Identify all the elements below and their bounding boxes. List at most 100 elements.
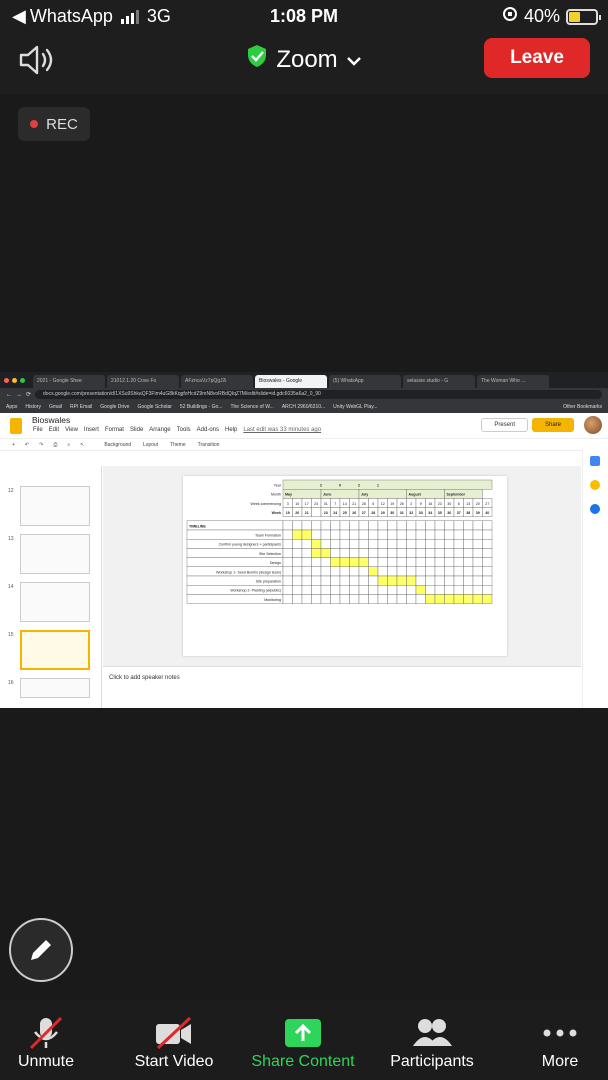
slide-thumbnail[interactable] (20, 678, 90, 698)
menu-item-add-ons[interactable]: Add-ons (197, 427, 219, 433)
bookmark-item[interactable]: RPI Email (70, 404, 92, 410)
bookmark-item[interactable]: Apps (6, 404, 17, 410)
menu-item-tools[interactable]: Tools (177, 427, 191, 433)
window-controls[interactable] (4, 372, 25, 388)
share-button[interactable]: Share (532, 418, 574, 432)
back-icon[interactable]: ← (6, 392, 12, 398)
annotate-button[interactable] (9, 918, 73, 982)
print-icon[interactable]: ⎙ (53, 442, 57, 448)
browser-tab[interactable]: 21012.1.20 Cove Fo (107, 375, 179, 388)
month-label-cell: May (285, 493, 292, 497)
undo-icon[interactable]: ↶ (25, 442, 29, 448)
bookmark-item[interactable]: ARCH 2960/6310... (282, 404, 325, 410)
bookmark-item[interactable]: Gmail (49, 404, 62, 410)
slide-thumbnail[interactable] (20, 630, 90, 670)
speaker-notes[interactable]: Click to add speaker notes (103, 666, 581, 708)
select-icon[interactable]: ↖ (80, 442, 84, 448)
grid-cell (387, 566, 398, 577)
grid-cell (349, 520, 360, 531)
avatar[interactable] (584, 416, 602, 434)
calendar-icon[interactable] (590, 456, 600, 466)
browser-tab[interactable]: 2021 - Google Shee (33, 375, 105, 388)
year-digit: 1 (377, 484, 379, 488)
back-app-label[interactable]: WhatsApp (30, 6, 113, 27)
menu-item-view[interactable]: View (65, 427, 78, 433)
browser-tab[interactable]: Bioswales - Google (255, 375, 327, 388)
grid-cell (358, 548, 369, 558)
grid-cell (320, 594, 331, 604)
slide-15[interactable]: Year Month Week commencing Week 2 0 2 1 May June J… (183, 476, 507, 656)
slides-header: Bioswales File Edit View Insert Format Slide A… (0, 413, 608, 439)
menu-item-slide[interactable]: Slide (130, 427, 143, 433)
grid-cell (387, 520, 398, 531)
grid-cell (425, 520, 436, 531)
grid-cell (453, 584, 464, 595)
bookmark-item[interactable]: Unity WebGL Play... (333, 404, 377, 410)
other-bookmarks[interactable]: Other Bookmarks (563, 404, 602, 410)
gantt-bar-cell (482, 594, 493, 604)
tasks-icon[interactable] (590, 504, 600, 514)
share-content-button[interactable]: Share Content (243, 1016, 363, 1071)
grid-cell (482, 584, 493, 595)
add-icon[interactable]: + (12, 442, 15, 448)
grid-cell (406, 557, 417, 567)
redo-icon[interactable]: ↷ (39, 442, 43, 448)
slide-canvas[interactable]: Year Month Week commencing Week 2 0 2 1 May June J… (103, 466, 581, 666)
bookmark-item[interactable]: The Science of W... (230, 404, 273, 410)
week-commencing-value: 27 (485, 502, 489, 506)
gantt-bar-cell (358, 557, 369, 567)
zoom-icon[interactable]: ⌕ (67, 442, 70, 448)
week-value: 34 (428, 511, 432, 515)
menu-item-arrange[interactable]: Arrange (149, 427, 170, 433)
slide-number: 16 (8, 680, 14, 686)
slides-logo-icon[interactable] (10, 418, 22, 434)
grid-cell (444, 557, 455, 567)
grid-cell (377, 548, 388, 558)
bookmark-item[interactable]: History (25, 404, 41, 410)
slide-thumbnail[interactable] (20, 534, 90, 574)
start-video-button[interactable]: Start Video (114, 1016, 234, 1071)
grid-cell (406, 594, 417, 604)
grid-cell (406, 548, 417, 558)
bookmark-item[interactable]: Google Drive (100, 404, 129, 410)
week-value: 35 (438, 511, 442, 515)
toolbar-transition[interactable]: Transition (198, 442, 220, 448)
browser-tab[interactable]: The Woman Who ... (477, 375, 549, 388)
menu-item-format[interactable]: Format (105, 427, 124, 433)
slide-thumbnail[interactable] (20, 582, 90, 622)
browser-tab[interactable]: (5) WhatsApp (329, 375, 401, 388)
bookmark-item[interactable]: 52 Buildings - Go... (180, 404, 223, 410)
toolbar-layout[interactable]: Layout (143, 442, 158, 448)
menu-item-help[interactable]: Help (225, 427, 237, 433)
reload-icon[interactable]: ⟳ (26, 391, 31, 398)
toolbar-background[interactable]: Background (104, 442, 131, 448)
browser-tab[interactable]: selassie.studio - G (403, 375, 475, 388)
toolbar-theme[interactable]: Theme (170, 442, 186, 448)
menu-item-insert[interactable]: Insert (84, 427, 99, 433)
participants-button[interactable]: Participants (372, 1016, 492, 1071)
grid-cell (282, 566, 293, 577)
url-field[interactable]: docs.google.com/presentation/d/1XSu9Shka… (35, 390, 602, 399)
week-value: 29 (381, 511, 385, 515)
back-arrow-icon[interactable]: ◀ (12, 6, 26, 27)
forward-icon[interactable]: → (16, 392, 22, 398)
week-cell (311, 507, 322, 518)
leave-button[interactable]: Leave (484, 38, 590, 78)
menu-item-file[interactable]: File (33, 427, 43, 433)
browser-tab[interactable]: AFzncaVz7pQgJ2i (181, 375, 253, 388)
unmute-button[interactable]: Unmute (0, 1016, 106, 1071)
signal-icon (120, 9, 139, 24)
grid-cell (463, 529, 474, 540)
shared-screen[interactable]: 2021 - Google Shee 21012.1.20 Cove Fo AFzn… (0, 372, 608, 708)
bookmark-item[interactable]: Google Scholar (137, 404, 171, 410)
gantt-bar-cell (453, 594, 464, 604)
keep-icon[interactable] (590, 480, 600, 490)
grid-cell (377, 529, 388, 540)
more-button[interactable]: More (500, 1016, 608, 1071)
doc-title[interactable]: Bioswales (32, 415, 70, 425)
grid-cell (453, 529, 464, 540)
last-edit-link[interactable]: Last edit was 33 minutes ago (243, 427, 321, 433)
present-button[interactable]: Present (481, 418, 528, 432)
menu-item-edit[interactable]: Edit (49, 427, 59, 433)
slide-thumbnail[interactable] (20, 486, 90, 526)
